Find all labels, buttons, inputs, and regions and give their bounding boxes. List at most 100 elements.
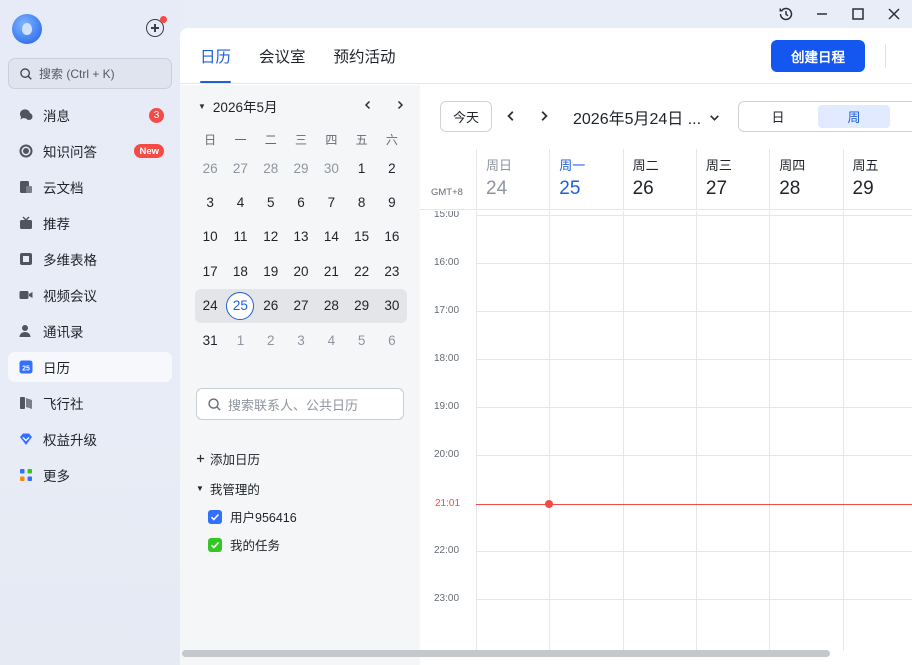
- mini-calendar-day[interactable]: 2: [377, 161, 407, 176]
- mini-calendar-day[interactable]: 2: [256, 333, 286, 348]
- mini-calendar-day[interactable]: 5: [256, 195, 286, 210]
- mini-calendar-week: 24 25 26 27 28 29 30: [195, 288, 407, 323]
- mini-calendar-week: 17 18 19 20 21 22 23: [195, 254, 407, 288]
- time-grid[interactable]: 15:00 16:00 17:00 18:00 19:00 20:00 22:00 23:00…: [420, 211, 912, 651]
- mini-calendar-day[interactable]: 27: [286, 298, 316, 313]
- add-calendar-button[interactable]: 添加日历: [196, 449, 260, 468]
- tab-calendar[interactable]: 日历: [200, 28, 232, 84]
- view-week-button[interactable]: 周: [818, 105, 890, 128]
- mini-calendar-day[interactable]: 23: [377, 264, 407, 279]
- sidebar-item-more[interactable]: 更多: [8, 460, 172, 490]
- mini-calendar-day[interactable]: 1: [346, 161, 376, 176]
- history-icon[interactable]: [768, 0, 804, 28]
- main-panel: 日历 会议室 预约活动 创建日程 ▼ 2026年5月 日一二三四五六 26 27 2…: [180, 28, 912, 665]
- video-meeting-icon: [18, 287, 34, 303]
- sidebar-item-flight[interactable]: 飞行社: [8, 388, 172, 418]
- mini-calendar-day[interactable]: 26: [195, 161, 225, 176]
- caret-down-icon: ▼: [196, 484, 204, 493]
- mini-calendar-day[interactable]: 8: [346, 195, 376, 210]
- avatar[interactable]: [12, 14, 42, 44]
- date-range-selector[interactable]: 2026年5月24日 ...: [573, 105, 720, 129]
- mini-calendar-day[interactable]: 6: [286, 195, 316, 210]
- mini-calendar-day[interactable]: 21: [316, 264, 346, 279]
- mini-calendar-day[interactable]: 17: [195, 264, 225, 279]
- view-day-button[interactable]: 日: [742, 105, 814, 128]
- create-event-button[interactable]: 创建日程: [771, 40, 865, 72]
- mini-calendar-day[interactable]: 30: [316, 161, 346, 176]
- chevron-left-icon[interactable]: [360, 97, 376, 113]
- global-search[interactable]: 搜索 (Ctrl + K): [8, 58, 172, 89]
- mini-calendar-day[interactable]: 10: [195, 229, 225, 244]
- mini-calendar-day[interactable]: 12: [256, 229, 286, 244]
- calendar-search-input[interactable]: 搜索联系人、公共日历: [196, 388, 404, 420]
- chevron-right-icon[interactable]: [535, 107, 553, 125]
- sidebar-item-calendar[interactable]: 25 日历: [8, 352, 172, 382]
- horizontal-scrollbar[interactable]: [182, 650, 830, 657]
- close-icon[interactable]: [876, 0, 912, 28]
- weekday-label: 五: [355, 132, 368, 147]
- mini-calendar-day[interactable]: 6: [377, 333, 407, 348]
- mini-calendar-day[interactable]: 16: [377, 229, 407, 244]
- checkbox-checked-icon[interactable]: [208, 537, 222, 552]
- tab-booking[interactable]: 预约活动: [334, 28, 396, 84]
- mini-calendar-day[interactable]: 20: [286, 264, 316, 279]
- tab-meeting-rooms[interactable]: 会议室: [259, 28, 306, 84]
- today-button[interactable]: 今天: [440, 101, 492, 132]
- mini-calendar-day[interactable]: 19: [256, 264, 286, 279]
- mini-calendar-day[interactable]: 14: [316, 229, 346, 244]
- mini-calendar-day[interactable]: 24: [195, 298, 225, 313]
- mini-calendar-day[interactable]: 1: [225, 333, 255, 348]
- maximize-icon[interactable]: [840, 0, 876, 28]
- mini-calendar-day[interactable]: 28: [316, 298, 346, 313]
- mini-calendar-day[interactable]: 28: [256, 161, 286, 176]
- mini-calendar-today[interactable]: 25: [225, 291, 255, 320]
- mini-calendar-day[interactable]: 22: [346, 264, 376, 279]
- mini-calendar-day[interactable]: 4: [225, 195, 255, 210]
- mini-calendar-day[interactable]: 29: [346, 298, 376, 313]
- mini-calendar-day[interactable]: 4: [316, 333, 346, 348]
- add-icon[interactable]: [146, 16, 167, 37]
- mini-calendar-day[interactable]: 13: [286, 229, 316, 244]
- managed-calendars-toggle[interactable]: ▼ 我管理的: [196, 479, 260, 498]
- day-column-header[interactable]: 周日 24: [476, 149, 549, 210]
- mini-calendar-day[interactable]: 9: [377, 195, 407, 210]
- sidebar-item-messages[interactable]: 消息 3: [8, 100, 172, 130]
- recommend-icon: [18, 215, 34, 231]
- sidebar-item-recommend[interactable]: 推荐: [8, 208, 172, 238]
- minimize-icon[interactable]: [804, 0, 840, 28]
- day-column-header[interactable]: 周二 26: [622, 149, 696, 210]
- calendar-item-tasks[interactable]: 我的任务: [208, 535, 280, 554]
- mini-calendar-day[interactable]: 18: [225, 264, 255, 279]
- day-column-header[interactable]: 周一 25: [549, 149, 622, 210]
- weekday-label: 四: [325, 132, 338, 147]
- sidebar-item-video[interactable]: 视频会议: [8, 280, 172, 310]
- search-icon: [20, 67, 32, 80]
- caret-down-icon[interactable]: ▼: [198, 102, 206, 111]
- mini-calendar-day[interactable]: 15: [346, 229, 376, 244]
- sidebar-item-upgrade[interactable]: 权益升级: [8, 424, 172, 454]
- mini-calendar-day[interactable]: 11: [225, 229, 255, 244]
- mini-calendar-day[interactable]: 3: [195, 195, 225, 210]
- mini-calendar-day[interactable]: 3: [286, 333, 316, 348]
- sidebar-item-contacts[interactable]: 通讯录: [8, 316, 172, 346]
- contacts-icon: [18, 323, 34, 339]
- mini-calendar-day[interactable]: 5: [346, 333, 376, 348]
- mini-calendar-day[interactable]: 7: [316, 195, 346, 210]
- mini-calendar-day[interactable]: 31: [195, 333, 225, 348]
- mini-calendar-day[interactable]: 26: [256, 298, 286, 313]
- mini-calendar-nav: [360, 97, 408, 113]
- chevron-left-icon[interactable]: [502, 107, 520, 125]
- mini-calendar-day[interactable]: 27: [225, 161, 255, 176]
- day-column-header[interactable]: 周四 28: [769, 149, 842, 210]
- checkbox-checked-icon[interactable]: [208, 509, 222, 524]
- calendar-item-user[interactable]: 用户956416: [208, 507, 297, 526]
- day-column-header[interactable]: 周五 29: [842, 149, 912, 210]
- sidebar-item-docs[interactable]: 云文档: [8, 172, 172, 202]
- mini-calendar-day[interactable]: 29: [286, 161, 316, 176]
- mini-calendar-month[interactable]: 2026年5月: [213, 96, 278, 116]
- sidebar-item-knowledge[interactable]: 知识问答 New: [8, 136, 172, 166]
- sidebar-item-base[interactable]: 多维表格: [8, 244, 172, 274]
- day-column-header[interactable]: 周三 27: [695, 149, 769, 210]
- chevron-right-icon[interactable]: [392, 97, 408, 113]
- mini-calendar-day[interactable]: 30: [377, 298, 407, 313]
